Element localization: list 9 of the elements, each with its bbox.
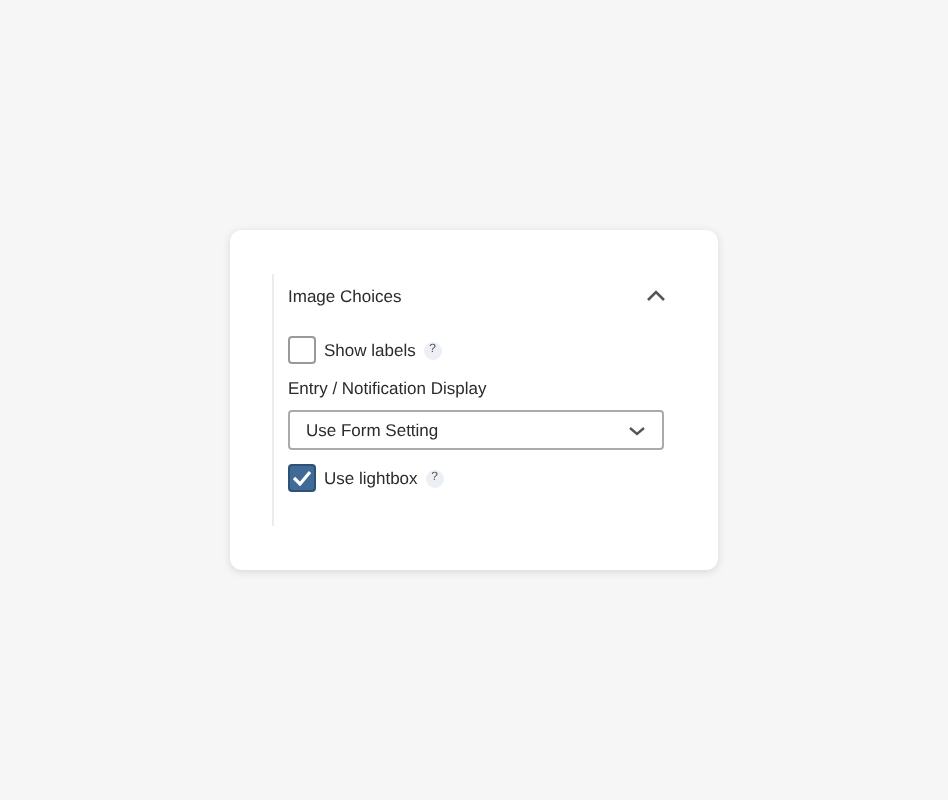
- checkbox[interactable]: [288, 464, 316, 492]
- select-field[interactable]: Use Form Setting: [288, 410, 664, 450]
- caret-icon[interactable]: [646, 290, 666, 302]
- chevron-down-icon: [628, 425, 646, 435]
- panel-title: Image Choices: [288, 286, 402, 306]
- field-label: Entry / Notification Display: [288, 378, 489, 398]
- checkbox-label: Use lightbox: [324, 468, 418, 488]
- checkbox[interactable]: [288, 336, 316, 364]
- checkbox-label: Show labels: [324, 340, 416, 360]
